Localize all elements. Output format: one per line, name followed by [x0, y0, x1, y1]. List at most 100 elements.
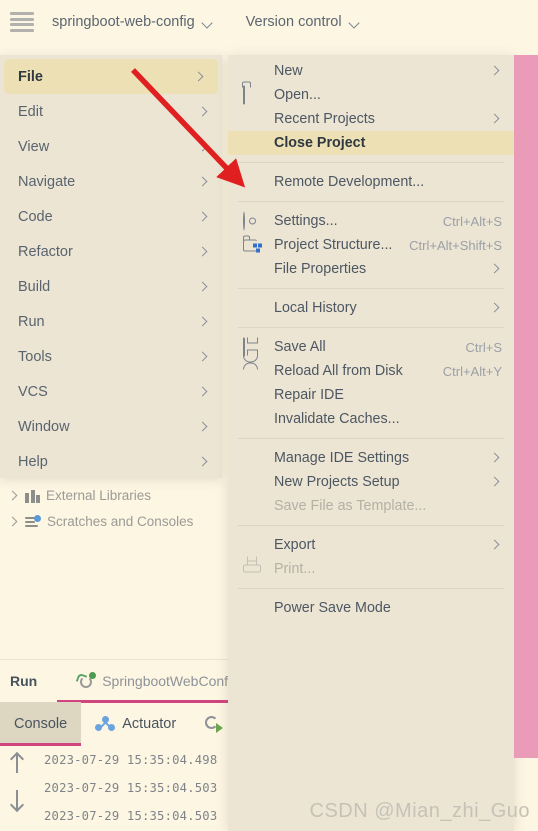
chevron-right-icon: [195, 72, 204, 81]
main-menu-item-label: Code: [18, 208, 53, 225]
main-menu-dropdown: File Edit View Navigate Code Refactor Build Run…: [0, 55, 222, 478]
chevron-right-icon: [199, 457, 208, 466]
file-menu-item-new[interactable]: New: [228, 59, 514, 83]
arrow-up-icon[interactable]: [11, 754, 24, 774]
file-menu-item-save-all[interactable]: Save All Ctrl+S: [228, 335, 514, 359]
chevron-right-icon: [199, 247, 208, 256]
main-menu-item-edit[interactable]: Edit: [0, 94, 222, 129]
file-menu-item-invalidate-caches[interactable]: Invalidate Caches...: [228, 407, 514, 431]
tab-console[interactable]: Console: [0, 702, 82, 746]
main-menu-item-label: Build: [18, 278, 51, 295]
file-menu-item-label: File Properties: [274, 261, 367, 277]
menu-separator: [238, 162, 504, 163]
rerun-icon: [204, 715, 224, 733]
file-menu-item-export[interactable]: Export: [228, 533, 514, 557]
main-menu-item-vcs[interactable]: VCS: [0, 374, 222, 409]
main-menu-item-navigate[interactable]: Navigate: [0, 164, 222, 199]
file-menu-item-close-project[interactable]: Close Project: [228, 131, 514, 155]
file-menu-item-label: Close Project: [274, 135, 366, 151]
file-menu-item-label: New: [274, 63, 303, 79]
project-name-label: springboot-web-config: [52, 14, 195, 30]
file-menu-item-label: New Projects Setup: [274, 474, 400, 490]
file-menu-item-settings[interactable]: Settings... Ctrl+Alt+S: [228, 209, 514, 233]
file-menu-item-new-projects-setup[interactable]: New Projects Setup: [228, 470, 514, 494]
run-config-label: SpringbootWebConf: [102, 673, 229, 689]
main-menu-item-window[interactable]: Window: [0, 409, 222, 444]
main-menu-item-label: Edit: [18, 103, 43, 120]
main-menu-item-code[interactable]: Code: [0, 199, 222, 234]
chevron-right-icon: [491, 303, 500, 312]
folder-icon: [243, 85, 262, 105]
main-menu-item-help[interactable]: Help: [0, 444, 222, 479]
file-menu-item-shortcut: Ctrl+S: [465, 339, 502, 355]
gear-icon: [243, 211, 262, 231]
main-menu-item-label: View: [18, 138, 50, 155]
tab-actuator[interactable]: Actuator: [81, 702, 190, 746]
tab-label: Console: [14, 716, 68, 732]
chevron-right-icon: [491, 264, 500, 273]
chevron-right-icon: [199, 107, 208, 116]
chevron-right-icon: [199, 387, 208, 396]
file-menu-item-manage-ide-settings[interactable]: Manage IDE Settings: [228, 446, 514, 470]
tree-item-scratches-and-consoles[interactable]: Scratches and Consoles: [8, 514, 193, 529]
menu-separator: [238, 438, 504, 439]
chevron-right-icon: [491, 540, 500, 549]
file-menu-item-file-properties[interactable]: File Properties: [228, 257, 514, 281]
main-menu-item-label: Tools: [18, 348, 52, 365]
file-menu-item-remote-development[interactable]: Remote Development...: [228, 170, 514, 194]
right-scrollbar-strip[interactable]: [514, 55, 538, 758]
file-menu-item-open[interactable]: Open...: [228, 83, 514, 107]
version-control-selector[interactable]: Version control: [246, 14, 361, 30]
actuator-icon: [95, 716, 116, 732]
top-toolbar: springboot-web-config Version control: [0, 0, 538, 44]
file-menu-item-label: Invalidate Caches...: [274, 411, 400, 427]
project-folder-icon: [243, 235, 262, 254]
file-menu-item-project-structure[interactable]: Project Structure... Ctrl+Alt+Shift+S: [228, 233, 514, 257]
chevron-right-icon[interactable]: [8, 491, 17, 500]
chevron-right-icon: [491, 477, 500, 486]
run-config-icon: [75, 672, 97, 690]
chevron-right-icon: [199, 317, 208, 326]
main-menu-item-label: Window: [18, 418, 70, 435]
chevron-right-icon[interactable]: [8, 517, 17, 526]
tree-item-external-libraries[interactable]: External Libraries: [8, 488, 151, 503]
file-menu-item-power-save-mode[interactable]: Power Save Mode: [228, 596, 514, 620]
main-menu-item-refactor[interactable]: Refactor: [0, 234, 222, 269]
main-menu-item-build[interactable]: Build: [0, 269, 222, 304]
arrow-down-icon[interactable]: [11, 790, 24, 810]
main-menu-item-label: File: [18, 68, 43, 85]
main-menu-item-tools[interactable]: Tools: [0, 339, 222, 374]
file-menu-item-shortcut: Ctrl+Alt+S: [442, 213, 502, 229]
file-menu-item-label: Save File as Template...: [274, 498, 427, 514]
main-menu-item-label: Help: [18, 453, 48, 470]
main-menu-item-run[interactable]: Run: [0, 304, 222, 339]
chevron-right-icon: [491, 114, 500, 123]
chevron-right-icon: [199, 282, 208, 291]
hamburger-icon[interactable]: [10, 12, 34, 32]
chevron-right-icon: [199, 177, 208, 186]
chevron-right-icon: [199, 142, 208, 151]
chevron-right-icon: [491, 66, 500, 75]
library-icon: [25, 489, 40, 503]
project-selector[interactable]: springboot-web-config: [52, 14, 214, 30]
file-menu-item-shortcut: Ctrl+Alt+Y: [442, 363, 502, 379]
run-configuration[interactable]: SpringbootWebConf: [75, 672, 229, 690]
file-menu-item-repair-ide[interactable]: Repair IDE: [228, 383, 514, 407]
main-menu-item-file[interactable]: File: [4, 59, 218, 94]
chevron-down-icon: [350, 19, 361, 26]
tab-label: Actuator: [122, 716, 177, 732]
print-icon: [243, 556, 262, 578]
menu-separator: [238, 525, 504, 526]
file-menu-item-local-history[interactable]: Local History: [228, 296, 514, 320]
chevron-right-icon: [491, 453, 500, 462]
main-menu-item-view[interactable]: View: [0, 129, 222, 164]
file-menu-item-label: Repair IDE: [274, 387, 344, 403]
chevron-down-icon: [203, 19, 214, 26]
watermark: CSDN @Mian_zhi_Guo: [309, 800, 530, 822]
file-menu-item-reload-all-from-disk[interactable]: Reload All from Disk Ctrl+Alt+Y: [228, 355, 514, 383]
tree-item-label: External Libraries: [46, 488, 152, 503]
file-menu-item-print: Print...: [228, 556, 514, 581]
scratches-icon: [25, 514, 41, 529]
file-menu-item-recent-projects[interactable]: Recent Projects: [228, 107, 514, 131]
file-menu-item-label: Save All: [274, 339, 326, 355]
